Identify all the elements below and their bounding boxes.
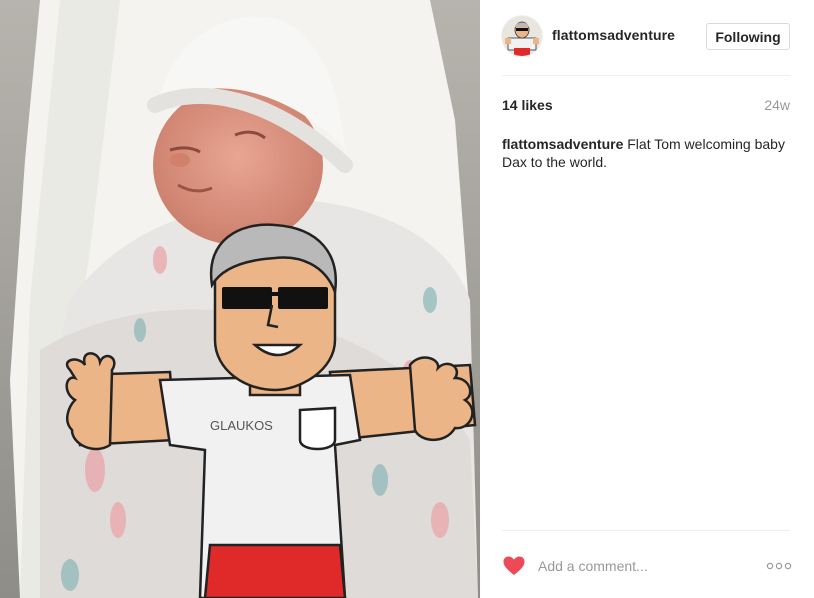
following-button[interactable]: Following <box>706 23 790 50</box>
comment-input[interactable] <box>538 554 758 578</box>
more-options-icon[interactable] <box>766 556 792 576</box>
post-caption: flattomsadventure Flat Tom welcoming bab… <box>502 135 792 171</box>
header-divider <box>502 75 790 76</box>
shirt-logo-text: GLAUKOS <box>210 418 273 433</box>
avatar-icon <box>502 16 542 56</box>
caption-username-link[interactable]: flattomsadventure <box>502 136 623 152</box>
post-photo[interactable]: GLAUKOS <box>0 0 480 598</box>
avatar[interactable] <box>502 16 542 56</box>
baby-photo-illustration: GLAUKOS <box>0 0 480 598</box>
username-link[interactable]: flattomsadventure <box>552 27 675 43</box>
footer-divider <box>502 530 790 531</box>
likes-count[interactable]: 14 likes <box>502 97 553 113</box>
post-timestamp[interactable]: 24w <box>764 97 790 113</box>
post-details-panel: flattomsadventure Following 14 likes 24w… <box>480 0 814 598</box>
heart-icon[interactable] <box>502 554 526 578</box>
comment-bar <box>502 552 792 580</box>
post-header: flattomsadventure Following <box>502 16 790 58</box>
